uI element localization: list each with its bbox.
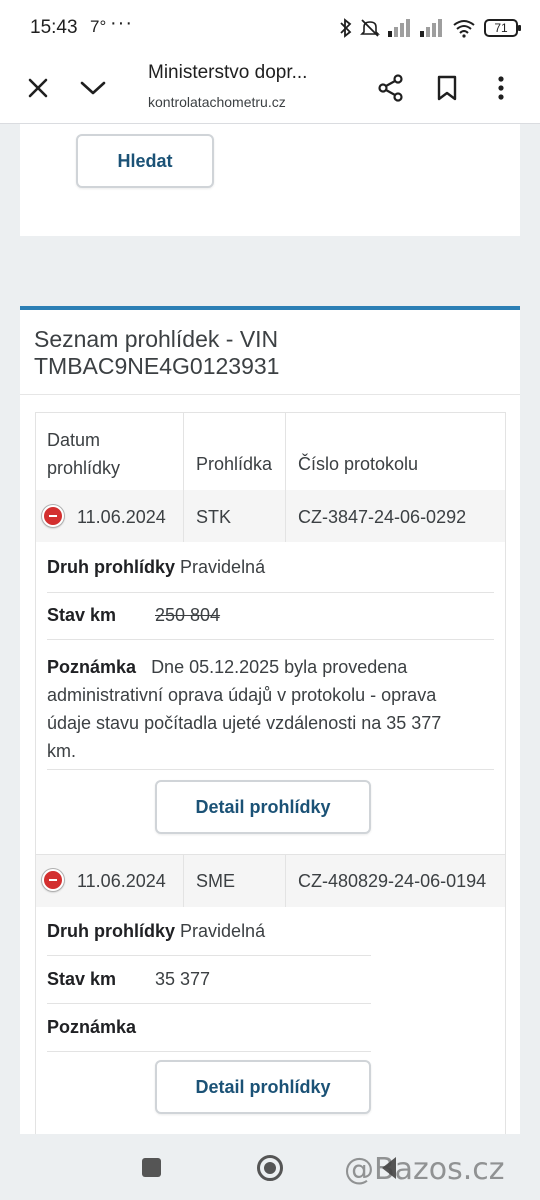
- collapse-button[interactable]: [73, 68, 113, 108]
- bookmark-button[interactable]: [427, 68, 467, 108]
- divider: [183, 412, 184, 490]
- more-vert-icon: [498, 76, 504, 100]
- detail-button[interactable]: Detail prohlídky: [155, 1060, 371, 1114]
- row-inspection-type: SME: [196, 871, 236, 891]
- divider: [285, 490, 286, 542]
- divider: [183, 490, 184, 542]
- detail-note: Poznámka Dne 05.12.2025 byla provedena a…: [47, 653, 497, 765]
- share-button[interactable]: [371, 68, 411, 108]
- collapse-row-icon[interactable]: [42, 869, 64, 891]
- inspection-list-card: Seznam prohlídek - VIN TMBAC9NE4G0123931…: [20, 306, 520, 1146]
- status-temperature: 7°: [90, 17, 107, 36]
- share-icon: [378, 74, 403, 102]
- bookmark-icon: [437, 75, 457, 101]
- list-title-vin: TMBAC9NE4G0123931: [34, 353, 280, 379]
- page-url: kontrolatachometru.cz: [148, 94, 286, 110]
- inspection-table: Datum prohlídky Prohlídka Číslo protokol…: [35, 412, 506, 1146]
- page-title: Ministerstvo dopr...: [148, 62, 308, 83]
- row-protocol-number: CZ-3847-24-06-0292: [298, 507, 467, 527]
- browser-toolbar: Ministerstvo dopr... kontrolatachometru.…: [0, 56, 540, 124]
- divider: [285, 412, 286, 490]
- detail-km-value: 250 804: [155, 605, 221, 625]
- search-card: Hledat: [20, 124, 520, 236]
- divider: [285, 855, 286, 907]
- signal-icon: [388, 19, 410, 37]
- row-inspection-type: STK: [196, 507, 232, 527]
- column-header-inspection[interactable]: Prohlídka: [196, 454, 272, 475]
- column-header-protocol[interactable]: Číslo protokolu: [298, 454, 418, 475]
- divider: [47, 1003, 371, 1004]
- collapse-row-icon[interactable]: [42, 505, 64, 527]
- divider: [20, 394, 520, 395]
- detail-kind-value: Pravidelná: [180, 921, 266, 941]
- divider: [47, 639, 494, 640]
- recents-button[interactable]: [142, 1158, 161, 1177]
- close-button[interactable]: [18, 68, 58, 108]
- divider: [36, 412, 505, 413]
- row-protocol-number: CZ-480829-24-06-0194: [298, 871, 487, 891]
- home-button[interactable]: [257, 1155, 283, 1181]
- detail-kind: Druh prohlídky Pravidelná: [47, 921, 265, 942]
- detail-note-line2: administrativní oprava údajů v protokolu…: [47, 685, 437, 705]
- detail-km-label: Stav km: [47, 605, 117, 625]
- detail-note-line3: údaje stavu počítadla ujeté vzdálenosti …: [47, 713, 442, 733]
- watermark: @Bazos.cz: [344, 1152, 505, 1187]
- divider: [47, 955, 371, 956]
- detail-km-value: 35 377: [155, 969, 211, 989]
- search-button[interactable]: Hledat: [76, 134, 214, 188]
- column-header-date-line1: Datum: [47, 430, 101, 450]
- divider: [183, 855, 184, 907]
- battery-icon: 71: [484, 19, 521, 37]
- list-title-line1: Seznam prohlídek - VIN: [34, 326, 279, 352]
- divider: [47, 592, 494, 593]
- bluetooth-icon: [340, 18, 352, 38]
- detail-kind: Druh prohlídky Pravidelná: [47, 557, 265, 578]
- column-header-date[interactable]: Datum prohlídky: [47, 426, 120, 482]
- signal-2-icon: [420, 19, 442, 37]
- column-header-date-line2: prohlídky: [47, 458, 121, 478]
- wifi-icon: [453, 20, 475, 38]
- divider: [47, 1051, 371, 1052]
- row-date: 11.06.2024: [77, 871, 166, 891]
- detail-button[interactable]: Detail prohlídky: [155, 780, 371, 834]
- divider: [47, 769, 494, 770]
- detail-note-label: Poznámka: [47, 657, 137, 677]
- status-more-notifications: ···: [110, 12, 133, 34]
- detail-kind-label: Druh prohlídky: [47, 557, 176, 577]
- menu-button[interactable]: [481, 68, 521, 108]
- mute-icon: [360, 19, 380, 37]
- detail-note-line1: Dne 05.12.2025 byla provedena: [151, 657, 408, 677]
- close-icon: [28, 78, 48, 98]
- status-time: 15:43: [30, 17, 78, 38]
- system-nav-bar: @Bazos.cz: [0, 1134, 540, 1200]
- status-bar: 15:43 7° ··· 71: [0, 0, 540, 56]
- detail-kind-label: Druh prohlídky: [47, 921, 176, 941]
- row-date: 11.06.2024: [77, 507, 166, 527]
- status-icons: 71: [340, 16, 521, 40]
- list-title: Seznam prohlídek - VIN TMBAC9NE4G0123931: [34, 326, 279, 380]
- detail-note-label: Poznámka: [47, 1017, 137, 1037]
- detail-km-label: Stav km: [47, 969, 117, 989]
- chevron-down-icon: [80, 81, 106, 95]
- detail-note-line4: km.: [47, 741, 76, 761]
- detail-kind-value: Pravidelná: [180, 557, 266, 577]
